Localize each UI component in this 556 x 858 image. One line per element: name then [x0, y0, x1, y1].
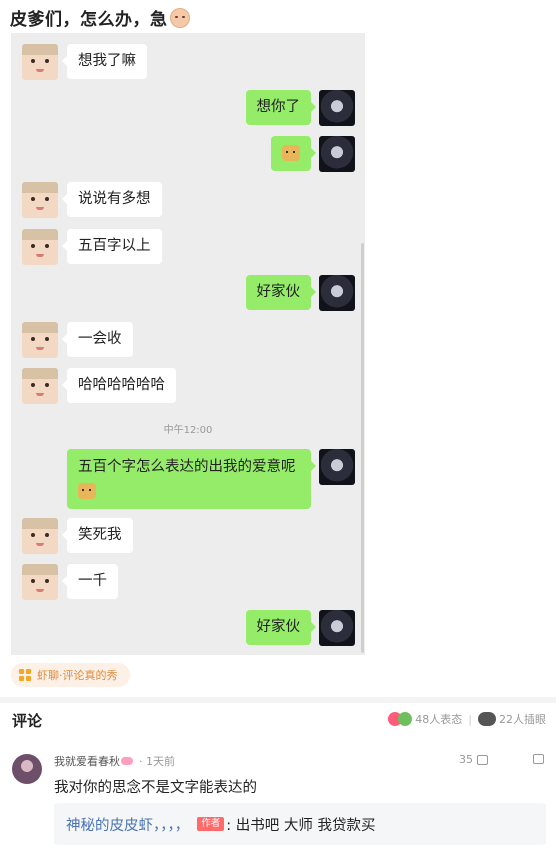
insert-count: 22人插眼 — [499, 713, 546, 726]
topic-tag-label: 虾聊·评论真的秀 — [37, 669, 118, 682]
tree-reaction-icon — [398, 712, 413, 726]
message-bubble: 五百个字怎么表达的出我的爱意呢 — [67, 449, 316, 509]
baby-avatar — [22, 322, 58, 358]
eyes-icon — [478, 712, 496, 726]
thumbs-up-icon — [477, 754, 488, 765]
chat-scrollbar — [361, 243, 364, 653]
doge-emoji-icon — [78, 483, 96, 499]
avatar[interactable] — [12, 754, 42, 784]
message-bubble — [271, 136, 316, 171]
message-bubble: 一千 — [62, 564, 118, 599]
baby-avatar — [22, 44, 58, 80]
grid-icon — [19, 669, 31, 681]
section-divider — [0, 697, 556, 703]
chat-screenshot[interactable]: 想我了嘛 想你了 说说有多想 五百字以上 好家伙 一会收 哈哈哈哈哈哈 中午12… — [11, 33, 365, 655]
like-button[interactable]: 35 — [459, 753, 488, 766]
user-badge-icon — [121, 757, 133, 765]
message-bubble: 想我了嘛 — [62, 44, 147, 79]
message-bubble: 一会收 — [62, 322, 133, 357]
message-bubble: 五百字以上 — [62, 229, 162, 264]
message-bubble: 哈哈哈哈哈哈 — [62, 368, 176, 403]
anime-girl-avatar — [319, 275, 355, 311]
baby-avatar — [22, 564, 58, 600]
comment-username[interactable]: 我就爱看春秋 — [54, 753, 120, 769]
message-text: 五百个字怎么表达的出我的爱意呢 — [78, 459, 296, 475]
anime-girl-avatar — [319, 90, 355, 126]
reply-text: : 出书吧 大师 我贷款买 — [226, 817, 376, 834]
baby-avatar — [22, 368, 58, 404]
message-bubble: 想你了 — [245, 90, 316, 125]
comments-title: 评论 — [12, 712, 43, 730]
post-title: 皮爹们，怎么办，急 — [10, 5, 190, 30]
topic-tag[interactable]: 虾聊·评论真的秀 — [11, 663, 130, 687]
baby-avatar — [22, 518, 58, 554]
baby-avatar — [22, 229, 58, 265]
doge-emoji-icon — [282, 145, 300, 161]
reactions-summary[interactable]: 48人表态 | 22人插眼 — [388, 711, 546, 727]
comment-time: · 1天前 — [139, 755, 175, 768]
message-bubble: 笑死我 — [62, 518, 133, 553]
baby-avatar — [22, 182, 58, 218]
message-bubble: 好家伙 — [245, 610, 316, 645]
message-bubble: 好家伙 — [245, 275, 316, 310]
reactions-count: 48人表态 — [415, 713, 463, 726]
anime-girl-avatar — [319, 136, 355, 172]
like-count: 35 — [459, 753, 473, 766]
anime-girl-avatar — [319, 449, 355, 485]
comment-meta: 我就爱看春秋 · 1天前 — [54, 753, 175, 769]
message-bubble: 说说有多想 — [62, 182, 162, 217]
anime-girl-avatar — [319, 610, 355, 646]
post-title-text: 皮爹们，怎么办，急 — [10, 10, 168, 30]
author-badge: 作者 — [197, 817, 225, 831]
thumbs-down-icon[interactable] — [533, 754, 544, 764]
comments-header: 评论 48人表态 | 22人插眼 — [12, 710, 546, 732]
chat-timestamp: 中午12:00 — [163, 425, 213, 436]
comment-text: 我对你的思念不是文字能表达的 — [54, 780, 257, 796]
face-emoji-icon — [169, 7, 190, 28]
reply-preview[interactable]: 神秘的皮皮虾，，，， 作者 : 出书吧 大师 我贷款买 — [54, 803, 546, 845]
reply-author-name[interactable]: 神秘的皮皮虾，，，， — [66, 814, 189, 835]
divider: | — [468, 712, 472, 726]
